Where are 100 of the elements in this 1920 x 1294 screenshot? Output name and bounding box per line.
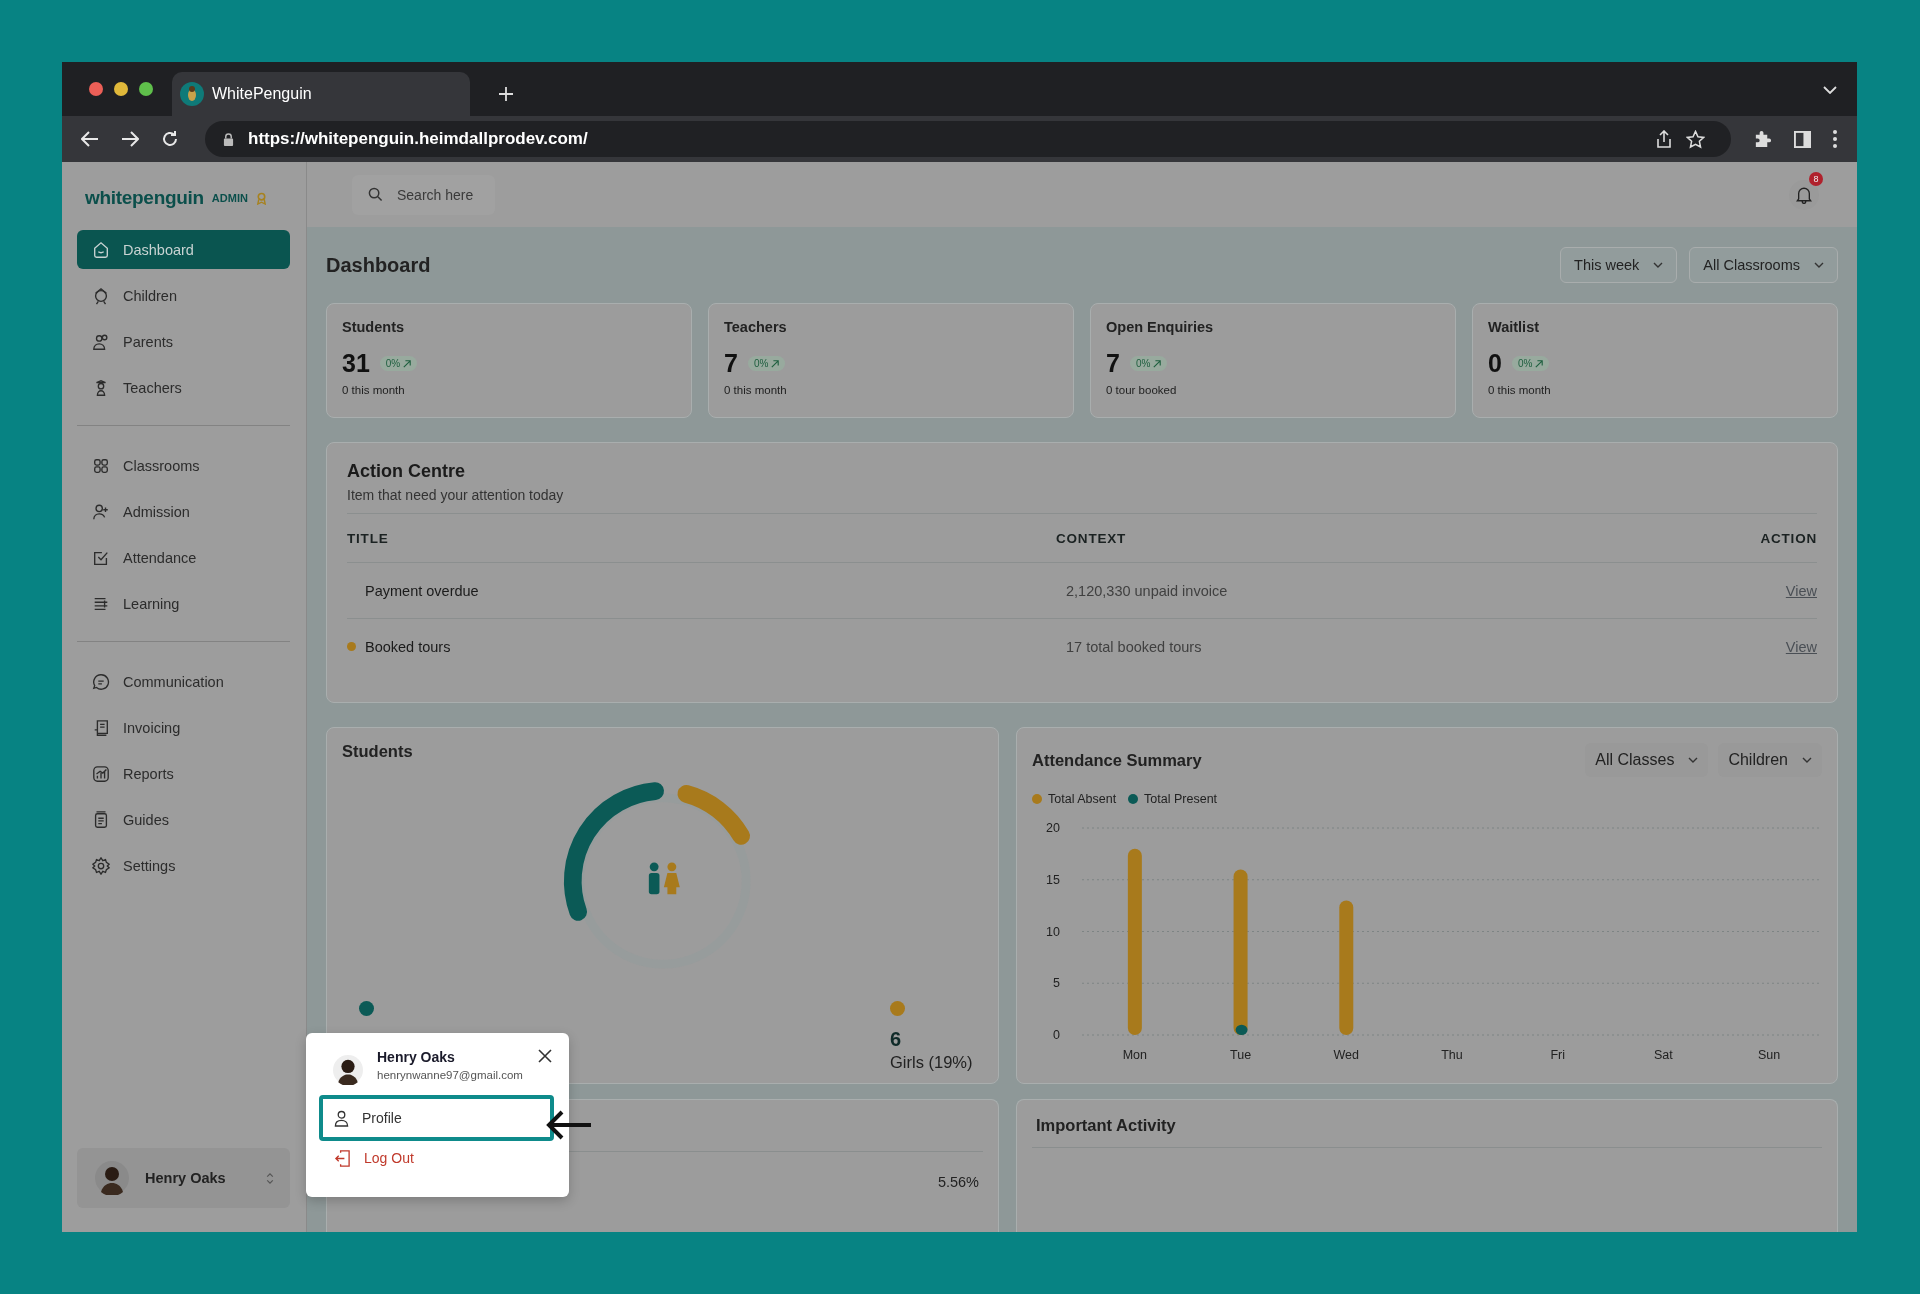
change-badge: 0% [747, 356, 786, 371]
sidebar-item[interactable]: Children [77, 276, 290, 315]
axis-tick-label: 5 [1053, 976, 1060, 991]
page-title: Dashboard [326, 253, 431, 277]
sidebar-item[interactable]: Classrooms [77, 446, 290, 485]
stat-note: 0 this month [342, 384, 406, 396]
view-link[interactable]: View [1785, 582, 1817, 599]
search-field[interactable]: Search here [352, 174, 495, 215]
back-icon[interactable] [81, 131, 99, 147]
stat-value: 0 [1488, 349, 1502, 378]
menu-item[interactable]: Profile [319, 1095, 554, 1141]
document-icon [92, 810, 110, 829]
legend-dot [359, 1001, 374, 1016]
stat-note: 0 this month [724, 384, 788, 396]
table-cell-text: 2,120,330 unpaid invoice [1065, 582, 1229, 599]
maximize-window-button[interactable] [139, 82, 153, 96]
search-input[interactable]: Search here [395, 185, 479, 204]
avatar [95, 1161, 129, 1195]
change-badge: 0% [379, 356, 418, 371]
axis-tick-label: 0 [1053, 1028, 1060, 1042]
puzzle-icon[interactable] [1753, 129, 1772, 149]
chart-icon [92, 764, 110, 783]
home-icon [92, 240, 110, 259]
grid-icon [92, 456, 110, 475]
penguin-favicon-icon [180, 82, 204, 106]
axis-tick-label: Wed [1333, 1048, 1360, 1062]
notification-count: 8 [1809, 171, 1823, 186]
column-header: TITLE [347, 530, 390, 546]
girls-count: 6 [890, 1028, 903, 1051]
sidebar-item[interactable]: Teachers [77, 368, 290, 407]
legend-label: Total Absent [1048, 792, 1117, 806]
lock-icon [223, 132, 234, 146]
settings-icon [92, 856, 110, 875]
change-badge: 0% [1511, 356, 1550, 371]
logo[interactable]: whitepenguin [85, 187, 204, 209]
axis-tick-label: Thu [1441, 1048, 1463, 1062]
sidebar-item[interactable]: Communication [77, 662, 290, 701]
axis-tick-label: Mon [1122, 1048, 1147, 1062]
child-face-icon [92, 286, 110, 305]
card-title: Important Activity [1035, 1116, 1177, 1135]
notification-bell-icon[interactable] [1796, 185, 1812, 204]
role-label: ADMIN [211, 192, 248, 204]
new-tab-icon[interactable] [498, 86, 514, 102]
user-account-button[interactable]: Henry Oaks [77, 1148, 290, 1208]
sidebar-item[interactable]: Dashboard [77, 230, 290, 269]
chevron-down-icon[interactable] [1823, 86, 1837, 94]
sidebar-item[interactable]: Learning [77, 584, 290, 623]
view-link[interactable]: View [1785, 638, 1817, 655]
receipt-icon [92, 718, 110, 737]
stat-label: Students [342, 319, 406, 335]
side-panel-icon[interactable] [1794, 130, 1811, 148]
stat-label: Waitlist [1488, 319, 1541, 335]
logout-icon [334, 1149, 351, 1167]
stat-value: 7 [724, 349, 738, 378]
sidebar-item[interactable]: Settings [77, 846, 290, 885]
people-icon [92, 332, 110, 351]
share-icon[interactable] [1656, 130, 1672, 148]
axis-tick-label: Sat [1654, 1048, 1673, 1062]
stat-note: 0 tour booked [1106, 384, 1178, 396]
chevron-down-icon [1688, 757, 1699, 763]
sidebar-item[interactable]: Attendance [77, 538, 290, 577]
stat-label: Teachers [724, 319, 788, 335]
badge-icon [255, 191, 267, 205]
filter-dropdown[interactable]: All Classrooms [1689, 247, 1838, 283]
user-name: Henry Oaks [377, 1049, 456, 1065]
table-cell: Payment overdue [365, 582, 479, 599]
user-icon [334, 1109, 349, 1127]
address-bar[interactable]: https://whitepenguin.heimdallprodev.com/ [205, 121, 1731, 157]
filter-dropdown[interactable]: This week [1560, 247, 1678, 283]
axis-tick-label: 10 [1046, 924, 1060, 939]
sidebar-item[interactable]: Admission [77, 492, 290, 531]
column-header: ACTION [1760, 530, 1817, 546]
sidebar-item[interactable]: Invoicing [77, 708, 290, 747]
section-subtitle: Item that need your attention today [347, 487, 565, 503]
axis-tick-label: Sun [1758, 1048, 1781, 1062]
chevron-down-icon [1802, 757, 1812, 763]
star-icon[interactable] [1686, 129, 1705, 149]
close-icon[interactable] [538, 1049, 552, 1063]
sidebar-item[interactable]: Reports [77, 754, 290, 793]
menu-item[interactable]: Log Out [319, 1141, 554, 1175]
legend-dot [890, 1001, 905, 1016]
user-email: henrynwanne97@gmail.com [377, 1069, 524, 1081]
sidebar-item[interactable]: Parents [77, 322, 290, 361]
card-title: Attendance Summary [1032, 750, 1202, 770]
forward-icon[interactable] [121, 131, 139, 147]
boy-and-girl-icon [648, 862, 680, 895]
sort-arrows-icon [266, 1171, 274, 1185]
table-cell-text: 17 total booked tours [1065, 638, 1203, 655]
close-window-button[interactable] [89, 82, 103, 96]
sidebar-item[interactable]: Guides [77, 800, 290, 839]
stat-value: 7 [1106, 349, 1120, 378]
browser-tab[interactable]: WhitePenguin [172, 72, 470, 116]
table-cell: Booked tours [365, 638, 451, 655]
more-menu-icon[interactable] [1833, 130, 1837, 148]
girls-label: Girls (19%) [890, 1053, 973, 1072]
reload-icon[interactable] [161, 130, 179, 148]
avatar [333, 1055, 363, 1085]
percentage-value: 5.56% [937, 1174, 980, 1190]
arrow-icon [545, 1109, 593, 1141]
minimize-window-button[interactable] [114, 82, 128, 96]
